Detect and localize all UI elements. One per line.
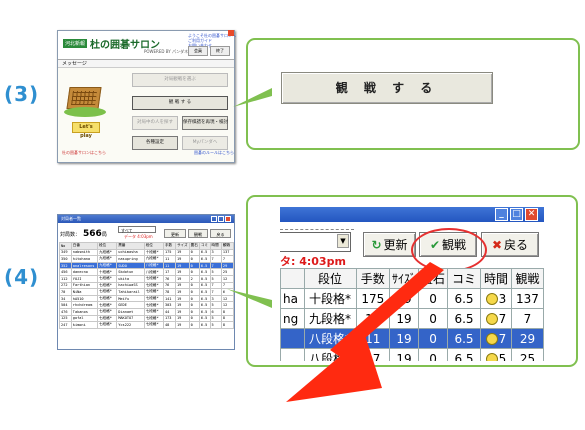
pointer-line-step4 bbox=[227, 289, 272, 308]
pointer-line-step3 bbox=[233, 88, 272, 107]
big-red-arrow bbox=[286, 262, 444, 402]
annotation-arrows bbox=[227, 88, 444, 402]
